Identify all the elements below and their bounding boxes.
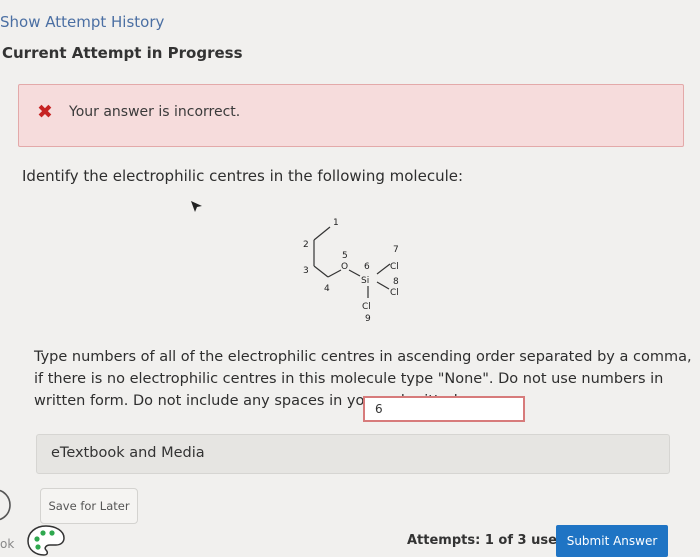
x-icon: ✖ bbox=[37, 101, 53, 123]
bond-si6-cl7 bbox=[376, 263, 391, 275]
atom-5-symbol: O bbox=[341, 262, 348, 272]
etextbook-media-panel[interactable]: eTextbook and Media bbox=[36, 434, 670, 474]
feedback-message: Your answer is incorrect. bbox=[69, 104, 241, 120]
mouse-pointer-icon bbox=[191, 201, 202, 212]
save-for-later-button[interactable]: Save for Later bbox=[40, 488, 138, 524]
feedback-banner: ✖ Your answer is incorrect. bbox=[18, 84, 684, 147]
edge-circle-icon bbox=[0, 489, 11, 521]
atom-2-label: 2 bbox=[303, 240, 309, 250]
atom-9-symbol: Cl bbox=[362, 302, 371, 312]
atom-7-symbol: Cl bbox=[390, 262, 399, 272]
attempts-counter: Attempts: 1 of 3 used bbox=[407, 533, 567, 548]
question-prompt: Identify the electrophilic centres in th… bbox=[22, 167, 464, 185]
show-attempt-history-link[interactable]: Show Attempt History bbox=[0, 13, 164, 31]
bond-o5-si6 bbox=[348, 269, 361, 277]
atom-6-symbol: Si bbox=[361, 276, 369, 286]
atom-4-label: 4 bbox=[324, 284, 330, 294]
answer-input[interactable] bbox=[363, 396, 525, 422]
molecule-structure: 1 2 3 4 5 O 6 Si 7 Cl 8 Cl Cl 9 bbox=[303, 218, 399, 324]
submit-answer-button[interactable]: Submit Answer bbox=[556, 525, 668, 557]
edge-text: ok bbox=[0, 537, 15, 551]
palette-icon[interactable] bbox=[26, 524, 66, 557]
atom-5-number: 5 bbox=[342, 251, 348, 261]
bond-c4-o5 bbox=[327, 269, 342, 278]
atom-7-number: 7 bbox=[393, 245, 399, 255]
bond-c1-c2 bbox=[313, 226, 331, 241]
atom-8-symbol: Cl bbox=[390, 288, 399, 298]
atom-9-number: 9 bbox=[365, 314, 371, 324]
bond-si6-cl8 bbox=[376, 281, 390, 290]
atom-8-number: 8 bbox=[393, 277, 399, 287]
bond-c3-c4 bbox=[313, 265, 329, 278]
atom-3-label: 3 bbox=[303, 266, 309, 276]
etextbook-media-label: eTextbook and Media bbox=[51, 445, 205, 461]
atom-6-number: 6 bbox=[364, 262, 370, 272]
atom-1-label: 1 bbox=[333, 218, 339, 228]
current-attempt-heading: Current Attempt in Progress bbox=[2, 44, 243, 62]
